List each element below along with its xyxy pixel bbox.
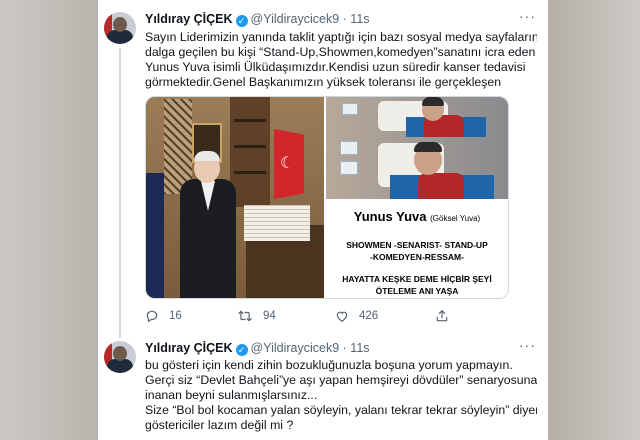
like-count: 426	[359, 310, 379, 322]
reply-count: 16	[169, 310, 182, 322]
tweet-actions: 16 94 426	[145, 309, 505, 325]
like-icon	[336, 311, 348, 322]
media-caption-line: SHOWMEN -SENARIST- STAND-UP	[346, 240, 488, 250]
tweet-text-line: Yunus Yuva isimli Ülküdaşımızdır.Kendisi…	[145, 60, 526, 74]
more-icon[interactable]: ···	[519, 8, 536, 24]
tweet-header: Yıldıray ÇİÇEK ✓ @Yildiraycicek9 · 11s	[145, 341, 370, 356]
tweet-time[interactable]: 11s	[350, 341, 369, 355]
tweet-text-line: Size “Bol bol kocaman yalan söyleyin, ya…	[145, 403, 537, 417]
thread-line	[119, 48, 121, 338]
tweet-text-line: dalga geçilen bu kişi “Stand-Up,Showmen,…	[145, 45, 536, 59]
verified-badge-icon: ✓	[235, 15, 248, 27]
retweet-icon	[238, 310, 252, 322]
author-name[interactable]: Yıldıray ÇİÇEK	[145, 341, 233, 355]
tweet-card: Yıldıray ÇİÇEK ✓ @Yildiraycicek9 · 11s ···…	[98, 0, 548, 440]
tweet-text-line: Sayın Liderimizin yanında taklit yaptığı…	[145, 30, 537, 44]
tweet-time[interactable]: 11s	[350, 12, 369, 26]
tweet-text-line: Gerçi siz “Devlet Bahçeli”ye aşı yapan h…	[145, 373, 537, 387]
share-icon	[436, 309, 448, 322]
reply-icon	[146, 310, 158, 323]
tweet-text: bu gösteri için kendi zihin bozukluğunuz…	[145, 358, 537, 433]
tweet-header: Yıldıray ÇİÇEK ✓ @Yildiraycicek9 · 11s	[145, 12, 370, 27]
like-button[interactable]: 426	[335, 309, 378, 323]
tweet-media[interactable]: ☾ Yunus Yuva (Göksel Yuva) SHOWMEN -SENA…	[145, 96, 509, 299]
tweet-1[interactable]: Yıldıray ÇİÇEK ✓ @Yildiraycicek9 · 11s ···…	[98, 0, 548, 338]
media-caption-line: ÖTELEME ANI YAŞA	[375, 286, 459, 296]
retweet-count: 94	[263, 310, 276, 322]
verified-badge-icon: ✓	[235, 344, 248, 356]
media-photo-hospital[interactable]: Yunus Yuva (Göksel Yuva) SHOWMEN -SENARI…	[326, 97, 508, 298]
retweet-button[interactable]: 94	[237, 309, 276, 323]
more-icon[interactable]: ···	[519, 337, 536, 353]
author-handle[interactable]: @Yildiraycicek9	[251, 341, 340, 355]
author-name[interactable]: Yıldıray ÇİÇEK	[145, 12, 233, 26]
media-caption-name: Yunus Yuva (Göksel Yuva)	[353, 209, 481, 224]
tweet-text-line: görmektedir.Genel Başkanımızın yüksek to…	[145, 75, 502, 89]
media-caption-line: -KOMEDYEN-RESSAM-	[370, 252, 464, 262]
tweet-text-line: göstericiler lazım değil mi ?	[145, 418, 294, 432]
separator-dot: ·	[339, 341, 351, 355]
separator-dot: ·	[339, 12, 351, 26]
media-caption-line: HAYATTA KEŞKE DEME HİÇBİR ŞEYİ	[342, 274, 492, 284]
author-handle[interactable]: @Yildiraycicek9	[251, 12, 340, 26]
reply-button[interactable]: 16	[145, 309, 182, 323]
background-left	[0, 0, 100, 440]
tweet-text: Sayın Liderimizin yanında taklit yaptığı…	[145, 30, 537, 90]
avatar[interactable]	[104, 12, 136, 44]
background-right	[545, 0, 640, 440]
tweet-text-line: inanan beyni sulanmışlarsınız...	[145, 388, 318, 402]
tweet-text-line: bu gösteri için kendi zihin bozukluğunuz…	[145, 358, 513, 372]
avatar[interactable]	[104, 341, 136, 373]
media-photo-office[interactable]: ☾	[146, 97, 324, 298]
share-button[interactable]	[435, 309, 459, 323]
media-caption-alias: (Göksel Yuva)	[430, 214, 481, 223]
tweet-2[interactable]: Yıldıray ÇİÇEK ✓ @Yildiraycicek9 · 11s ···…	[98, 335, 548, 440]
